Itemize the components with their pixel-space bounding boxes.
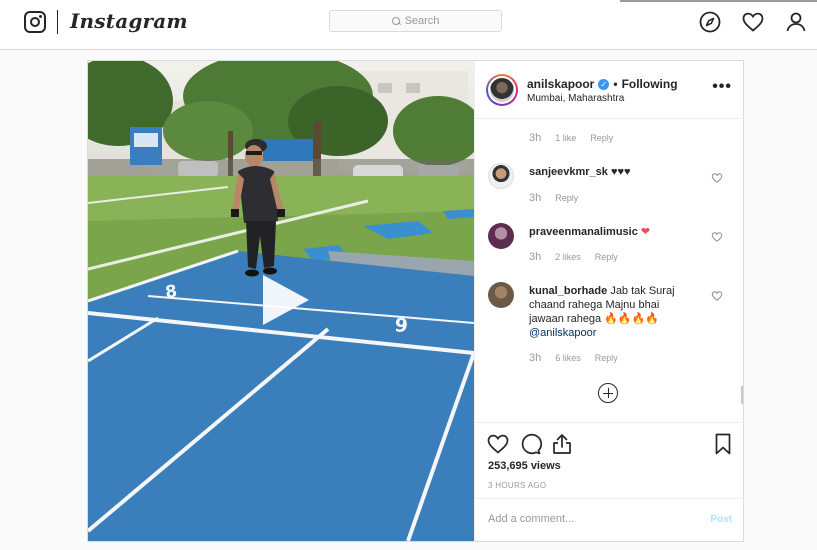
comment-like-heart-icon[interactable] xyxy=(711,290,723,302)
more-options-icon[interactable]: ••• xyxy=(712,78,732,96)
post-header: anilskapoor ✓ • Following Mumbai, Mahara… xyxy=(475,61,745,119)
add-comment-input[interactable]: Add a comment... xyxy=(488,513,574,525)
comment-likes[interactable]: 6 likes xyxy=(555,353,581,363)
search-icon xyxy=(391,17,400,25)
comment-text: ❤ xyxy=(640,226,651,238)
bookmark-icon[interactable] xyxy=(711,432,735,456)
comment-age[interactable]: 3h xyxy=(529,192,541,204)
comment-age[interactable]: 3h xyxy=(529,352,541,364)
separator-dot: • xyxy=(613,77,618,91)
author-avatar[interactable] xyxy=(486,74,518,106)
comments-list: 3h 1 like Reply sanjeevkmr_sk ♥♥♥ 3h Rep… xyxy=(475,119,745,422)
search-placeholder: Search xyxy=(404,15,440,27)
comment-body: praveenmanalimusic ❤ xyxy=(529,225,709,239)
top-navigation: Instagram Search xyxy=(0,0,817,50)
comment-like-heart-icon[interactable] xyxy=(711,231,723,243)
post-video[interactable]: 8 9 xyxy=(88,61,474,541)
comment-reply-button[interactable]: Reply xyxy=(555,193,578,203)
comment-age[interactable]: 3h xyxy=(529,251,541,263)
instagram-wordmark[interactable]: Instagram xyxy=(70,9,188,33)
comment-avatar[interactable] xyxy=(488,163,514,189)
comment-age[interactable]: 3h xyxy=(529,132,541,144)
comment-composer: Add a comment... Post xyxy=(475,498,745,541)
post-location[interactable]: Mumbai, Maharashtra xyxy=(527,93,624,104)
load-more-comments-icon[interactable] xyxy=(598,383,618,403)
svg-text:9: 9 xyxy=(393,314,408,337)
author-row: anilskapoor ✓ • Following xyxy=(527,77,678,91)
comment-meta: 3h 1 like Reply xyxy=(529,132,613,144)
play-button-icon[interactable] xyxy=(257,273,311,327)
comment-avatar[interactable] xyxy=(488,223,514,249)
comment-likes[interactable]: 2 likes xyxy=(555,252,581,262)
author-username[interactable]: anilskapoor xyxy=(527,77,594,91)
compass-icon[interactable] xyxy=(698,10,722,34)
search-input[interactable]: Search xyxy=(329,10,502,32)
comment-meta: 3h Reply xyxy=(529,192,578,204)
following-button[interactable]: Following xyxy=(622,77,678,91)
comment-mention[interactable]: @anilskapoor xyxy=(529,327,596,339)
comment-bubble-icon[interactable] xyxy=(518,432,542,456)
post-timestamp[interactable]: 3 HOURS AGO xyxy=(488,481,546,490)
comment-avatar[interactable] xyxy=(488,282,514,308)
comment-username[interactable]: kunal_borhade xyxy=(529,285,607,297)
like-heart-icon[interactable] xyxy=(486,432,510,456)
comment-reply-button[interactable]: Reply xyxy=(595,353,618,363)
comment-username[interactable]: praveenmanalimusic xyxy=(529,226,638,238)
heart-icon[interactable] xyxy=(741,10,765,34)
window-edge xyxy=(620,0,817,2)
view-count[interactable]: 253,695 views xyxy=(488,460,561,472)
verified-badge-icon: ✓ xyxy=(598,78,610,90)
comment-body: kunal_borhade Jab tak Suraj chaand raheg… xyxy=(529,284,689,340)
post-comment-button[interactable]: Post xyxy=(710,514,732,525)
post-actions: 253,695 views 3 HOURS AGO xyxy=(475,422,745,498)
comment-reply-button[interactable]: Reply xyxy=(590,133,613,143)
comment-meta: 3h 6 likes Reply xyxy=(529,352,618,364)
comment-like-heart-icon[interactable] xyxy=(711,172,723,184)
profile-icon[interactable] xyxy=(784,10,808,34)
comment-text: ♥♥♥ xyxy=(610,166,631,178)
logo-divider xyxy=(57,10,58,34)
share-icon[interactable] xyxy=(550,432,574,456)
instagram-glyph-icon[interactable] xyxy=(24,11,46,33)
comments-scrollbar[interactable] xyxy=(741,386,743,404)
post-card: 8 9 anilskapoor ✓ • Following Mumbai, Ma… xyxy=(87,60,745,542)
comment-meta: 3h 2 likes Reply xyxy=(529,251,618,263)
comment-reply-button[interactable]: Reply xyxy=(595,252,618,262)
comment-username[interactable]: sanjeevkmr_sk xyxy=(529,166,608,178)
post-sidebar: anilskapoor ✓ • Following Mumbai, Mahara… xyxy=(474,61,745,541)
comment-body: sanjeevkmr_sk ♥♥♥ xyxy=(529,165,709,179)
comment-likes[interactable]: 1 like xyxy=(555,133,576,143)
